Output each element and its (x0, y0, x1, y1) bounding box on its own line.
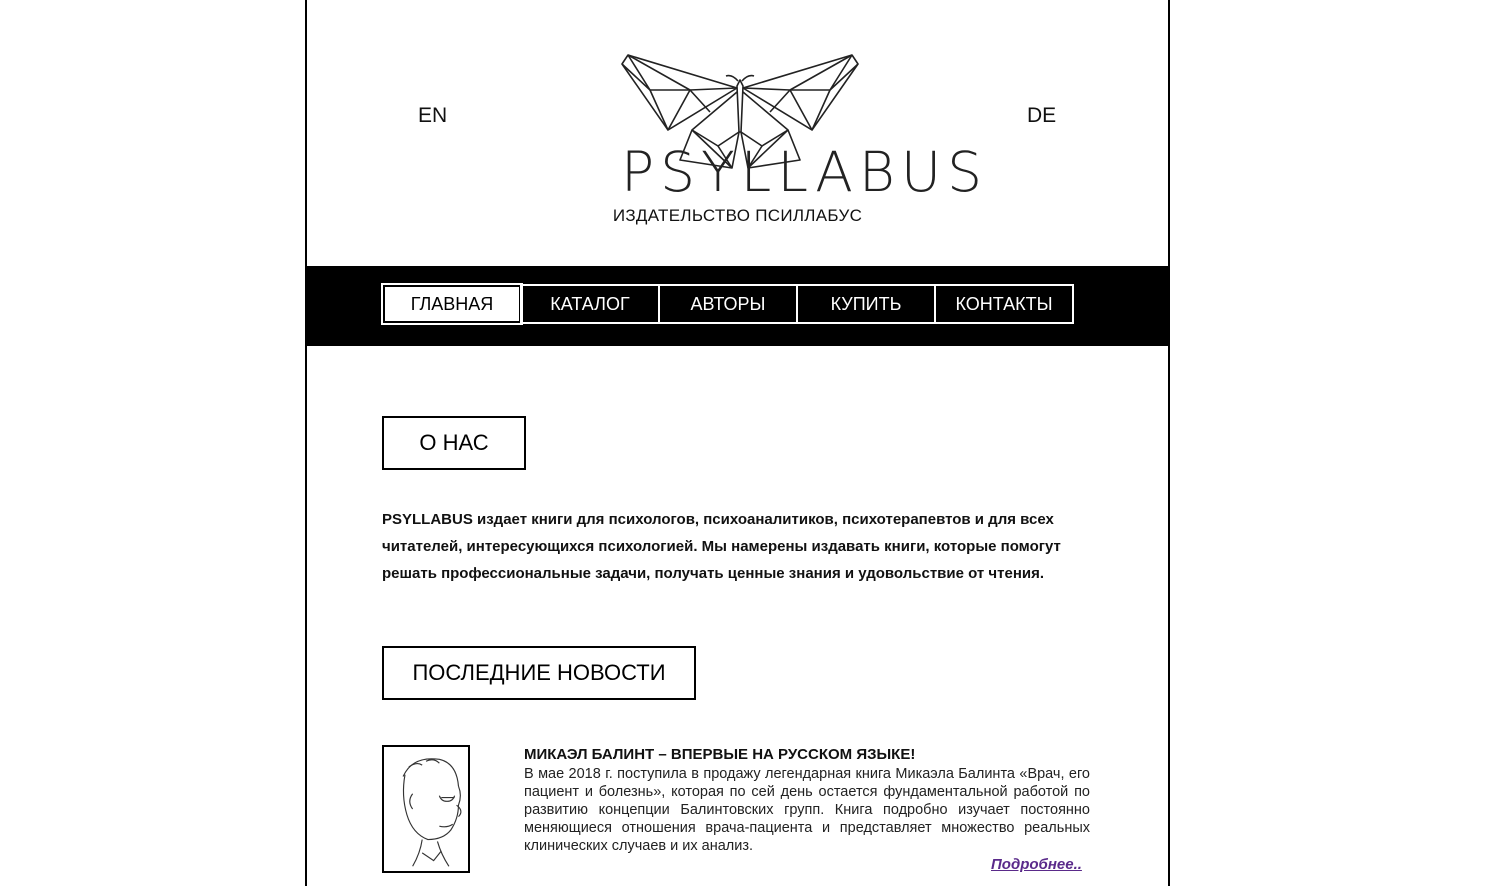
page-container: EN DE PSYLLABUS ИЗДАТЕЛЬСТВО ПСИЛЛАБУС Г… (305, 0, 1170, 886)
news-title: МИКАЭЛ БАЛИНТ – ВПЕРВЫЕ НА РУССКОМ ЯЗЫКЕ… (524, 746, 916, 763)
portrait-sketch-icon (402, 758, 462, 867)
nav-item-buy[interactable]: КУПИТЬ (796, 284, 936, 324)
nav-item-authors[interactable]: АВТОРЫ (658, 284, 798, 324)
news-heading: ПОСЛЕДНИЕ НОВОСТИ (382, 646, 696, 700)
nav-item-home[interactable]: ГЛАВНАЯ (381, 283, 523, 325)
about-text: PSYLLABUS издает книги для психологов, п… (382, 511, 1061, 582)
news-portrait-image[interactable] (382, 745, 470, 873)
brand-wordmark: PSYLLABUS (621, 140, 989, 204)
lang-en-link[interactable]: EN (418, 104, 447, 128)
about-heading: О НАС (382, 416, 526, 470)
nav-item-catalog[interactable]: КАТАЛОГ (520, 284, 660, 324)
main-navbar: ГЛАВНАЯ КАТАЛОГ АВТОРЫ КУПИТЬ КОНТАКТЫ (307, 266, 1168, 346)
lang-de-link[interactable]: DE (1027, 104, 1056, 128)
nav-menu: ГЛАВНАЯ КАТАЛОГ АВТОРЫ КУПИТЬ КОНТАКТЫ (381, 283, 1074, 328)
read-more-link[interactable]: Подробнее.. (991, 856, 1082, 873)
site-subtitle: ИЗДАТЕЛЬСТВО ПСИЛЛАБУС (612, 206, 863, 225)
news-text: В мае 2018 г. поступила в продажу легенд… (524, 766, 1090, 854)
nav-item-contacts[interactable]: КОНТАКТЫ (934, 284, 1074, 324)
